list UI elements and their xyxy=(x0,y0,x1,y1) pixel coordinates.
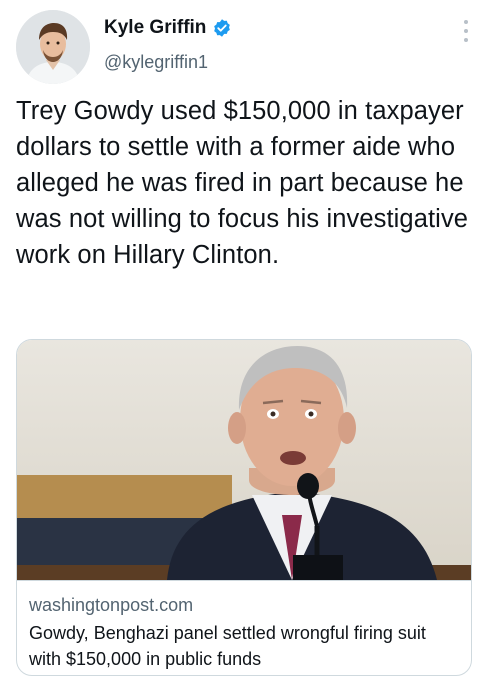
author-avatar[interactable] xyxy=(16,10,90,84)
avatar-photo-icon xyxy=(16,10,90,84)
author-name-row: Kyle Griffin xyxy=(104,17,232,39)
author-handle[interactable]: @kylegriffin1 xyxy=(104,52,208,73)
article-photo-icon xyxy=(17,340,471,580)
more-dot xyxy=(464,38,468,42)
card-image[interactable] xyxy=(17,340,471,580)
more-dot xyxy=(464,20,468,24)
tweet-text: Trey Gowdy used $150,000 in taxpayer dol… xyxy=(16,97,469,269)
link-card[interactable]: washingtonpost.com Gowdy, Benghazi panel… xyxy=(16,339,472,676)
tweet: Kyle Griffin @kylegriffin1 Trey Gowdy us… xyxy=(0,0,488,680)
more-dot xyxy=(464,29,468,33)
verified-badge-icon xyxy=(214,19,231,37)
more-options-icon[interactable] xyxy=(464,20,470,42)
card-meta: washingtonpost.com Gowdy, Benghazi panel… xyxy=(17,580,471,675)
card-domain: washingtonpost.com xyxy=(29,595,194,615)
author-name[interactable]: Kyle Griffin xyxy=(104,17,206,39)
card-headline[interactable]: Gowdy, Benghazi panel settled wrongful f… xyxy=(29,620,461,672)
